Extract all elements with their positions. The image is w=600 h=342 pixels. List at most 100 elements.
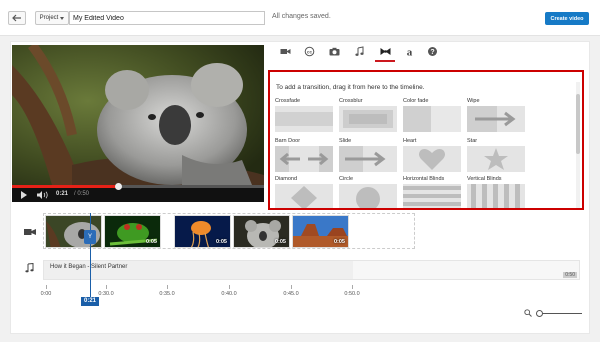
transition-label: Crossblur: [339, 98, 363, 104]
progress-fill: [12, 185, 118, 188]
music-note-icon: [25, 263, 34, 273]
crossblur-preview: [339, 106, 397, 132]
koala-video-frame: [12, 45, 264, 185]
star-preview: [467, 146, 525, 172]
video-camera-icon: [24, 229, 36, 235]
text-a-icon: a: [406, 46, 412, 57]
transitions-scrollbar[interactable]: [576, 82, 580, 208]
tab-text[interactable]: a: [402, 44, 416, 58]
active-tab-indicator: [375, 60, 395, 62]
tab-audio[interactable]: [352, 44, 366, 58]
progress-bar[interactable]: [12, 183, 264, 190]
player-controls: 0:21 / 0:50: [12, 183, 264, 202]
ruler-tick: [167, 285, 168, 289]
transition-label: Star: [467, 138, 478, 144]
zoom-slider-handle[interactable]: [536, 310, 543, 317]
transition-label: Heart: [403, 138, 417, 144]
tab-photos[interactable]: [327, 44, 341, 58]
camera-icon: [329, 47, 339, 55]
clip-duration: 0:05: [145, 239, 157, 245]
tab-creative-commons[interactable]: cc: [302, 44, 316, 58]
crossfade-preview: [275, 106, 333, 132]
transition-diamond[interactable]: Diamond: [273, 176, 335, 208]
ruler-tick: [106, 285, 107, 289]
transition-vertical-blinds[interactable]: Vertical Blinds: [465, 176, 527, 208]
ruler-tick: [229, 285, 230, 289]
playhead[interactable]: [90, 213, 91, 298]
video-camera-icon: [280, 48, 290, 54]
ruler-tick: [46, 285, 47, 289]
back-arrow-icon: [12, 14, 21, 22]
wipe-preview: [467, 106, 525, 132]
scrub-handle[interactable]: [114, 183, 122, 190]
duration: / 0:50: [74, 191, 90, 197]
vertical-blinds-preview: [467, 184, 525, 208]
transition-horizontal-blinds[interactable]: Horizontal Blinds: [401, 176, 463, 208]
save-status: All changes saved.: [272, 13, 331, 20]
color-fade-preview: [403, 106, 461, 132]
ruler-tick: [291, 285, 292, 289]
horizontal-blinds-preview: [403, 184, 461, 208]
tab-help[interactable]: ?: [425, 44, 439, 58]
timeline-clip-frog[interactable]: 0:05: [104, 215, 161, 248]
svg-text:cc: cc: [306, 49, 312, 54]
audio-track[interactable]: How it Began - Silent Partner 0:50: [43, 260, 580, 280]
zoom-slider[interactable]: [538, 313, 582, 314]
top-bar: Project All changes saved. Create video: [0, 0, 600, 36]
scrollbar-thumb[interactable]: [576, 94, 580, 154]
transition-label: Crossfade: [275, 98, 301, 104]
transition-label: Slide: [339, 138, 352, 144]
ruler-label: 0:40.0: [221, 291, 237, 297]
volume-icon[interactable]: [37, 191, 49, 199]
ruler-label: 0:45.0: [283, 291, 299, 297]
audio-end-time: 0:50: [563, 272, 577, 278]
transition-crossfade[interactable]: Crossfade: [273, 98, 335, 133]
project-menu-button[interactable]: Project: [35, 11, 69, 25]
svg-text:a: a: [406, 46, 412, 57]
transition-label: Barn Door: [275, 138, 301, 144]
transitions-instructions: To add a transition, drag it from here t…: [276, 84, 425, 91]
ruler-label: 0:50.0: [344, 291, 360, 297]
project-label: Project: [39, 15, 59, 21]
transition-color-fade[interactable]: Color fade: [401, 98, 463, 133]
tab-transitions[interactable]: [378, 44, 392, 58]
transition-star[interactable]: Star: [465, 138, 527, 173]
transition-label: Circle: [339, 176, 354, 182]
timeline-clip-koala-2[interactable]: 0:05: [233, 215, 290, 248]
transition-heart[interactable]: Heart: [401, 138, 463, 173]
video-player[interactable]: 0:21 / 0:50: [12, 45, 264, 202]
help-icon: ?: [427, 46, 437, 56]
play-icon[interactable]: [21, 191, 27, 199]
heart-preview: [403, 146, 461, 172]
transitions-panel: To add a transition, drag it from here t…: [268, 70, 584, 210]
transition-circle[interactable]: Circle: [337, 176, 399, 208]
bowtie-icon: [380, 47, 390, 55]
zoom-icon: [524, 309, 532, 317]
transition-barn-door[interactable]: Barn Door: [273, 138, 335, 173]
timeline-clip-jellyfish[interactable]: 0:05: [174, 215, 231, 248]
ruler-tick: [352, 285, 353, 289]
circle-preview: [339, 184, 397, 208]
svg-text:?: ?: [430, 49, 434, 56]
transition-label: Wipe: [467, 98, 480, 104]
transition-wipe[interactable]: Wipe: [465, 98, 527, 133]
ruler-label: 0:35.0: [159, 291, 175, 297]
create-video-button[interactable]: Create video: [545, 12, 589, 25]
project-title-input[interactable]: [69, 11, 265, 25]
barn-door-preview: [275, 146, 333, 172]
timeline-ruler: 0:00 0:30.0 0:35.0 0:40.0 0:45.0 0:50.0: [41, 285, 583, 297]
clip-duration: 0:05: [333, 239, 345, 245]
slide-preview: [339, 146, 397, 172]
transition-slide[interactable]: Slide: [337, 138, 399, 173]
timeline-clip-desert[interactable]: 0:05: [292, 215, 349, 248]
music-note-icon: [354, 45, 364, 56]
clip-duration: 0:05: [274, 239, 286, 245]
diamond-preview: [275, 184, 333, 208]
tab-video-clips[interactable]: [278, 44, 292, 58]
transition-crossblur[interactable]: Crossblur: [337, 98, 399, 133]
ruler-label: 0:30.0: [98, 291, 114, 297]
transition-label: Diamond: [275, 176, 298, 182]
back-button[interactable]: [8, 11, 26, 25]
audio-track-label: How it Began - Silent Partner: [50, 264, 128, 270]
transition-marker[interactable]: Y: [84, 230, 96, 244]
